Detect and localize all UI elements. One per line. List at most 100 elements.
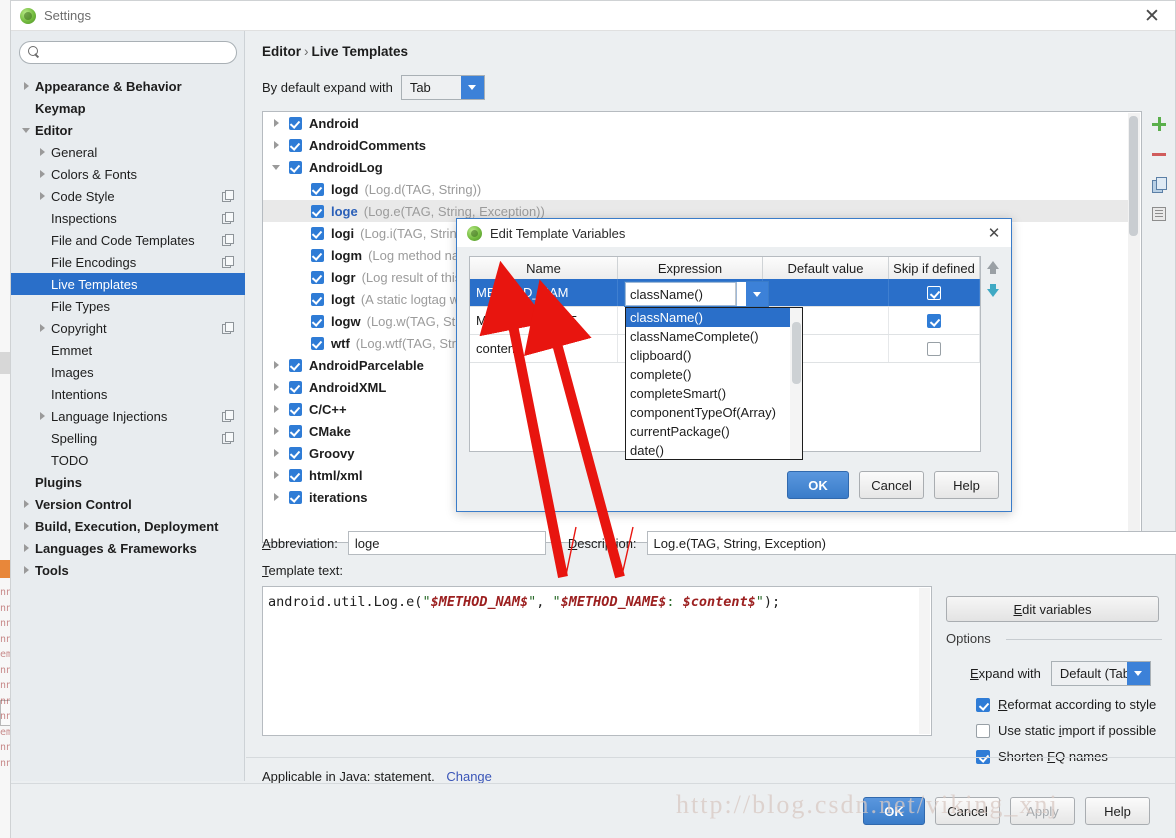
duplicate-template-button[interactable] [1146,171,1172,197]
sidebar-item-version-control[interactable]: Version Control [11,493,245,515]
chevron-right-icon[interactable] [271,491,283,503]
sidebar-item-colors-fonts[interactable]: Colors & Fonts [11,163,245,185]
sidebar-item-code-style[interactable]: Code Style [11,185,245,207]
template-checkbox[interactable] [289,424,302,438]
sidebar-item-plugins[interactable]: Plugins [11,471,245,493]
chevron-right-icon[interactable] [271,381,283,393]
template-checkbox[interactable] [289,380,302,394]
chevron-right-icon[interactable] [21,80,33,92]
template-checkbox[interactable] [289,358,302,372]
template-checkbox[interactable] [311,204,324,218]
sidebar-item-file-types[interactable]: File Types [11,295,245,317]
chevron-down-icon[interactable] [746,282,768,306]
chevron-right-icon[interactable] [37,168,49,180]
template-checkbox[interactable] [311,314,324,328]
option-reformat[interactable]: Reformat according to style [976,697,1156,712]
sidebar-item-spelling[interactable]: Spelling [11,427,245,449]
chevron-right-icon[interactable] [37,190,49,202]
dropdown-option[interactable]: date() [626,441,802,459]
chevron-right-icon[interactable] [271,469,283,481]
static-import-checkbox[interactable] [976,723,990,738]
template-checkbox[interactable] [289,402,302,416]
chevron-down-icon[interactable] [21,124,33,136]
template-checkbox[interactable] [311,226,324,240]
column-header[interactable]: Expression [618,257,763,279]
dropdown-scrollbar[interactable] [790,308,802,459]
dialog-close-icon[interactable]: ✕ [983,222,1005,244]
sidebar-item-inspections[interactable]: Inspections [11,207,245,229]
arrow-up-icon[interactable] [985,260,1001,276]
column-header[interactable]: Default value [763,257,889,279]
skip-if-defined-checkbox[interactable] [927,285,941,300]
chevron-right-icon[interactable] [21,498,33,510]
breadcrumb-parent[interactable]: Editor [262,44,301,59]
variable-skip-cell[interactable] [889,279,980,306]
ok-button[interactable]: OK [863,797,925,825]
chevron-right-icon[interactable] [271,403,283,415]
template-text-editor[interactable]: android.util.Log.e("$METHOD_NAM$", "$MET… [262,586,932,736]
add-template-button[interactable] [1146,111,1172,137]
chevron-down-icon[interactable] [460,76,484,99]
sidebar-item-copyright[interactable]: Copyright [11,317,245,339]
column-header[interactable]: Skip if defined [889,257,980,279]
change-link[interactable]: Change [446,769,492,784]
template-checkbox[interactable] [289,116,302,130]
sidebar-item-intentions[interactable]: Intentions [11,383,245,405]
dropdown-option[interactable]: componentTypeOf(Array) [626,403,802,422]
abbreviation-input[interactable]: loge [347,531,546,555]
apply-button[interactable]: Apply [1010,797,1075,825]
dropdown-option[interactable]: clipboard() [626,346,802,365]
template-group-button[interactable] [1146,201,1172,227]
sidebar-item-live-templates[interactable]: Live Templates [11,273,245,295]
template-text-scrollbar[interactable] [919,588,930,734]
templates-scrollbar[interactable] [1128,113,1140,531]
chevron-right-icon[interactable] [21,520,33,532]
variable-name-cell[interactable]: content [470,335,618,362]
dropdown-option[interactable]: complete() [626,365,802,384]
chevron-down-icon[interactable] [1126,662,1150,685]
sidebar-item-emmet[interactable]: Emmet [11,339,245,361]
template-checkbox[interactable] [289,468,302,482]
sidebar-item-editor[interactable]: Editor [11,119,245,141]
sidebar-item-keymap[interactable]: Keymap [11,97,245,119]
sidebar-item-file-encodings[interactable]: File Encodings [11,251,245,273]
chevron-right-icon[interactable] [271,425,283,437]
expression-dropdown-list[interactable]: className() classNameComplete() clipboard(… [626,308,802,459]
variable-name-cell[interactable]: METHOD_NAME [470,307,618,334]
skip-if-defined-checkbox[interactable] [927,313,941,328]
variable-name-cell[interactable]: METHOD_NAM [470,279,618,306]
sidebar-item-build-execution-deployment[interactable]: Build, Execution, Deployment [11,515,245,537]
dialog-help-button[interactable]: Help [934,471,999,499]
sidebar-item-appearance-behavior[interactable]: Appearance & Behavior [11,75,245,97]
expression-editor-combo[interactable]: className() [624,281,769,307]
dropdown-option[interactable]: currentPackage() [626,422,802,441]
dropdown-option[interactable]: classNameComplete() [626,327,802,346]
chevron-right-icon[interactable] [271,139,283,151]
dialog-ok-button[interactable]: OK [787,471,849,499]
chevron-right-icon[interactable] [271,359,283,371]
sidebar-item-file-and-code-templates[interactable]: File and Code Templates [11,229,245,251]
sidebar-item-todo[interactable]: TODO [11,449,245,471]
cancel-button[interactable]: Cancel [935,797,1000,825]
description-input[interactable]: Log.e(TAG, String, Exception) [646,531,1176,555]
search-box[interactable] [19,41,237,64]
chevron-right-icon[interactable] [37,322,49,334]
template-checkbox[interactable] [289,138,302,152]
variable-skip-cell[interactable] [889,307,980,334]
template-checkbox[interactable] [289,446,302,460]
chevron-right-icon[interactable] [21,542,33,554]
template-checkbox[interactable] [311,292,324,306]
close-icon[interactable]: ✕ [1129,1,1175,31]
template-checkbox[interactable] [311,336,324,350]
option-static-import[interactable]: Use static import if possible [976,723,1156,738]
dialog-cancel-button[interactable]: Cancel [859,471,924,499]
sidebar-item-general[interactable]: General [11,141,245,163]
template-checkbox[interactable] [311,182,324,196]
expression-dropdown[interactable]: className() classNameComplete() clipboard(… [625,307,803,460]
dropdown-option[interactable]: className() [626,308,802,327]
templates-scroll-thumb[interactable] [1129,116,1138,236]
help-button[interactable]: Help [1085,797,1150,825]
expand-with-combo[interactable]: Default (Tab) [1050,661,1151,686]
reformat-checkbox[interactable] [976,697,990,712]
template-row[interactable]: AndroidLog [263,156,1129,178]
